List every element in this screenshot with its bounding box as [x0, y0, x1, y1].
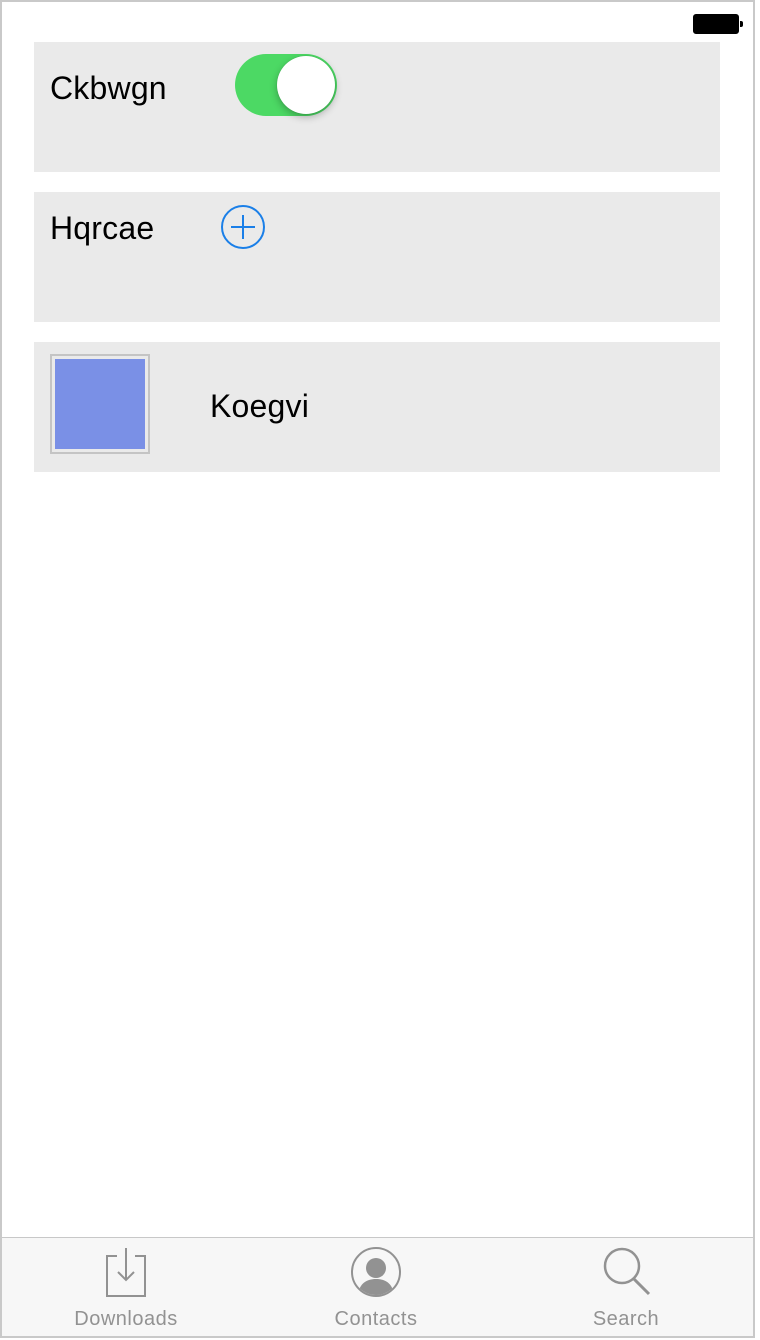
tab-downloads-label: Downloads [74, 1308, 178, 1330]
tab-contacts-label: Contacts [334, 1308, 418, 1330]
tab-contacts[interactable]: Contacts [276, 1238, 476, 1336]
thumbnail-image [50, 354, 150, 454]
tab-search[interactable]: Search [526, 1238, 726, 1336]
search-icon [603, 1247, 651, 1296]
contact-icon [351, 1247, 401, 1297]
thumbnail-row-label: Koegvi [210, 388, 310, 424]
download-icon [106, 1248, 146, 1297]
add-button[interactable] [220, 204, 266, 250]
tab-bar: Downloads Contacts Search [2, 1237, 753, 1336]
thumbnail-fill [55, 359, 145, 449]
thumbnail-row[interactable]: Koegvi [34, 342, 720, 472]
add-row-label: Hqrcae [50, 210, 155, 246]
plus-circle-icon [221, 205, 265, 249]
toggle-knob [277, 56, 335, 114]
toggle-row: Ckbwgn [34, 42, 720, 172]
tab-downloads[interactable]: Downloads [26, 1238, 226, 1336]
toggle-row-label: Ckbwgn [50, 70, 167, 106]
app-screen: Ckbwgn Hqrcae Koegvi Downloads Contacts … [0, 0, 755, 1338]
tab-search-label: Search [592, 1308, 660, 1330]
battery-icon [693, 14, 743, 34]
add-row: Hqrcae [34, 192, 720, 322]
toggle-switch[interactable] [235, 54, 337, 116]
